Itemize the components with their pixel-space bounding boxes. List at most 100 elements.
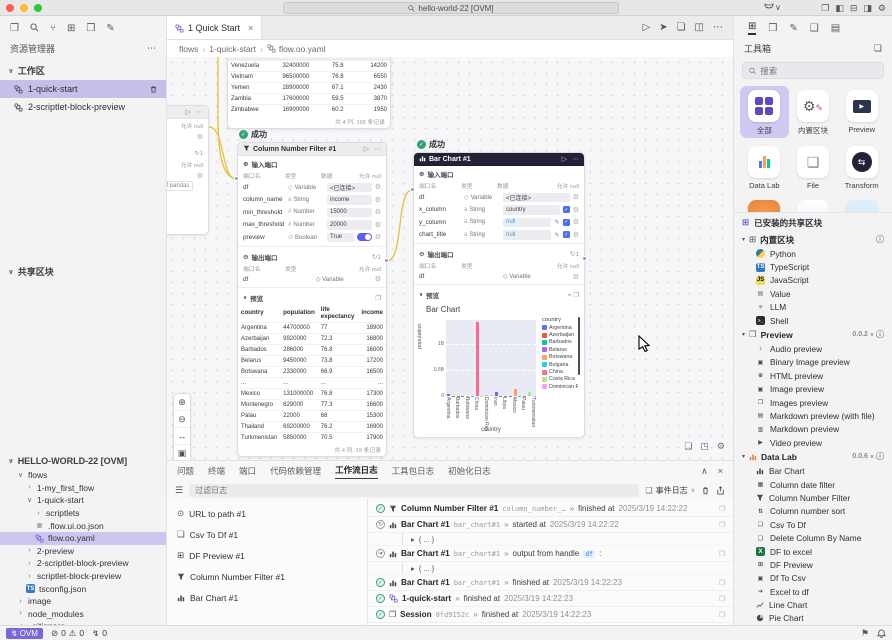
chart-bar[interactable] xyxy=(457,396,460,397)
overview-icon[interactable]: ▣ xyxy=(174,445,190,460)
flow-canvas[interactable]: ▷⋯ 允许 null ⚙ ↻1 允许 null ⚙ of pandas Vene… xyxy=(167,57,733,460)
legend-item[interactable]: China xyxy=(542,368,578,375)
log-expand-row[interactable]: ▸{ ... } xyxy=(368,533,733,546)
port-gear-icon[interactable]: ⚙ xyxy=(197,133,203,141)
panel-tab[interactable]: 端口 xyxy=(239,465,256,477)
toolbox-tab-icon[interactable]: ⊞ xyxy=(748,21,756,35)
breadcrumb-item[interactable]: flows xyxy=(179,44,198,54)
toolbox-block-item[interactable]: ▥Markdown preview xyxy=(734,423,892,436)
toolbox-block-item[interactable]: ✳LLM xyxy=(734,301,892,314)
log-entry[interactable]: ✓ Column Number Filter #1 column_number_… xyxy=(368,501,733,517)
top-table-node[interactable]: Venezuela3240000075.814200Vietnam9650000… xyxy=(227,57,391,129)
toolbox-block-item[interactable]: >_Shell xyxy=(734,314,892,327)
chart-bar[interactable] xyxy=(461,396,464,397)
port-gear-icon[interactable]: ⚙ xyxy=(197,172,203,180)
log-node-item[interactable]: Bar Chart #1 xyxy=(167,587,367,608)
toolbox-block-item[interactable]: Bar Chart xyxy=(734,464,892,477)
workspace-section[interactable]: ∨工作区 xyxy=(0,61,166,80)
category-tile[interactable]: ⇆Transform xyxy=(837,142,886,192)
panel-tab[interactable]: 终端 xyxy=(208,465,225,477)
port-checkbox[interactable]: ✓ xyxy=(563,206,570,213)
log-entry[interactable]: ➜ Bar Chart #1 bar_chart#1 » output from… xyxy=(368,546,733,562)
log-entry[interactable]: ↻ Bar Chart #1 bar_chart#1 » started at … xyxy=(368,517,733,533)
log-node-item[interactable]: ❏Csv To Df #1 xyxy=(167,524,367,545)
toolbox-block-item[interactable]: Column Number Filter xyxy=(734,491,892,504)
split-editor-icon[interactable]: ◫ xyxy=(695,22,704,33)
toolbox-group-header[interactable]: ▾Data Lab0.0.6∨ⓘ xyxy=(734,449,892,464)
edit-tab-icon[interactable]: ✎ xyxy=(789,23,797,34)
feedback-icon[interactable]: ⚑ xyxy=(861,628,869,639)
explorer-more-icon[interactable]: ⋯ xyxy=(147,43,156,54)
folder-icon[interactable]: ❒ xyxy=(86,23,95,34)
toolbox-block-item[interactable]: ▣Image preview xyxy=(734,383,892,396)
settings-gear-icon[interactable]: ⚙ xyxy=(878,3,886,14)
clipped-node[interactable]: ▷⋯ 允许 null ⚙ ↻1 允许 null ⚙ xyxy=(167,105,209,235)
close-tab-icon[interactable]: × xyxy=(248,23,253,33)
toolbox-block-item[interactable]: ▤Value xyxy=(734,287,892,300)
chart-bar[interactable] xyxy=(466,396,469,397)
fit-view-icon[interactable]: ↔ xyxy=(174,428,190,445)
port-gear-icon[interactable]: ⚙ xyxy=(375,196,381,204)
extensions-icon[interactable]: ⊞ xyxy=(67,23,75,34)
toolbox-block-item[interactable]: Line Chart xyxy=(734,598,892,611)
expand-caret-icon[interactable]: ▸ xyxy=(411,564,415,573)
chart-bar[interactable] xyxy=(476,322,479,396)
toolbox-block-item[interactable]: ▣Binary Image preview xyxy=(734,356,892,369)
breadcrumb-item[interactable]: 1-quick-start xyxy=(209,44,256,54)
tree-item[interactable]: ›2-preview xyxy=(0,545,166,558)
toolbox-block-item[interactable]: ⊕HTML preview xyxy=(734,369,892,382)
log-expand-row[interactable]: ▸{ ... } xyxy=(368,562,733,575)
workspace-item[interactable]: 1-quick-start xyxy=(0,80,166,98)
port-checkbox[interactable]: ✓ xyxy=(563,231,570,238)
input-port-row[interactable]: preview⊙BooleanTrue⚙ xyxy=(238,231,386,244)
filter-lines-icon[interactable]: ☰ xyxy=(175,485,183,496)
chart-bar[interactable] xyxy=(490,395,493,396)
port-value[interactable]: <已连接> xyxy=(327,183,372,193)
panel-tab[interactable]: 代码依赖管理 xyxy=(270,465,321,477)
chart-bar[interactable] xyxy=(509,396,512,397)
toolbox-search[interactable] xyxy=(742,62,884,79)
port-gear-icon[interactable]: ⚙ xyxy=(573,206,579,214)
toolbox-block-item[interactable]: ➔Excel to df xyxy=(734,585,892,598)
toggle-left-panel-icon[interactable]: ◧ xyxy=(835,3,844,14)
remote-indicator[interactable]: ↯OVM xyxy=(6,628,43,639)
input-port-row[interactable]: chart_titleaStringnull✎✓⚙ xyxy=(414,229,584,242)
category-tile[interactable]: ❏File xyxy=(789,142,838,192)
log-filter-input[interactable] xyxy=(189,484,639,497)
input-port-row[interactable]: y_columnaStringnull✎✓⚙ xyxy=(414,216,584,229)
tree-item[interactable]: ›scriptlet-block-preview xyxy=(0,570,166,583)
copy-log-icon[interactable]: ❐ xyxy=(719,505,725,513)
port-checkbox[interactable]: ✓ xyxy=(563,219,570,226)
tree-item[interactable]: ▦.flow.ui.oo.json xyxy=(0,519,166,532)
delete-workspace-icon[interactable] xyxy=(149,84,158,94)
toolbox-block-item[interactable]: JSJavaScript xyxy=(734,274,892,287)
close-panel-icon[interactable]: × xyxy=(718,466,723,477)
export-flow-icon[interactable]: ❏ xyxy=(677,22,686,33)
more-actions-icon[interactable]: ⋯ xyxy=(713,22,723,33)
port-value[interactable]: <已连接> xyxy=(503,193,570,203)
port-gear-icon[interactable]: ⚙ xyxy=(375,233,381,241)
legend-item[interactable]: Bulgaria xyxy=(542,361,578,368)
minimap-icon[interactable]: ◳ xyxy=(700,441,709,452)
legend-item[interactable]: Dominican Republic xyxy=(542,383,578,390)
copy-log-icon[interactable]: ❐ xyxy=(719,595,725,603)
toolbox-block-item[interactable]: ❐Images preview xyxy=(734,396,892,409)
port-value[interactable]: 15000 xyxy=(327,208,372,218)
port-gear-icon[interactable]: ⚙ xyxy=(375,183,381,191)
chart-bar[interactable] xyxy=(533,396,536,397)
chart-bar[interactable] xyxy=(485,395,488,396)
tree-item[interactable]: ›node_modules xyxy=(0,608,166,621)
chart-bar[interactable] xyxy=(471,396,474,397)
toggle-bottom-panel-icon[interactable]: ⊟ xyxy=(850,3,858,14)
edit-value-icon[interactable]: ✎ xyxy=(554,218,559,226)
legend-item[interactable]: Argentina xyxy=(542,324,578,331)
input-port-row[interactable]: column_nameaStringincome⚙ xyxy=(238,194,386,207)
node-more-icon[interactable]: ⋯ xyxy=(572,155,579,163)
chart-bar[interactable] xyxy=(495,392,498,396)
toolbox-block-item[interactable]: Pie Chart xyxy=(734,612,892,625)
chart-bar[interactable] xyxy=(447,394,450,396)
tree-item[interactable]: ›image xyxy=(0,595,166,608)
tree-item[interactable]: ›2-scriptlet-block-preview xyxy=(0,557,166,570)
panel-tab[interactable]: 工具包日志 xyxy=(392,465,435,477)
export-logs-icon[interactable] xyxy=(716,485,725,495)
